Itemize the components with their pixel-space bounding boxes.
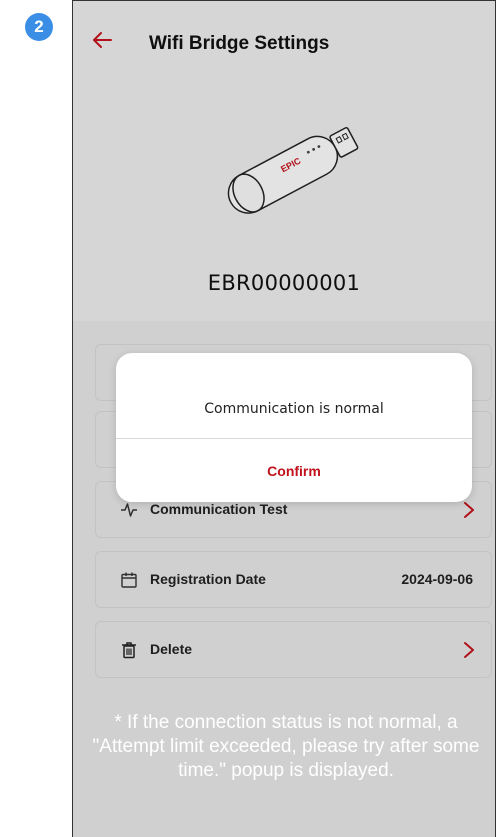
phone-screen: Wifi Bridge Settings EPIC EBR00000001 Co… <box>72 0 496 837</box>
footnote-text: * If the connection status is not normal… <box>92 712 480 781</box>
step-number-badge: 2 <box>25 13 53 41</box>
dialog-message: Communication is normal <box>204 401 384 417</box>
confirm-button[interactable]: Confirm <box>116 439 472 502</box>
communication-result-dialog: Communication is normal Confirm <box>116 353 472 502</box>
